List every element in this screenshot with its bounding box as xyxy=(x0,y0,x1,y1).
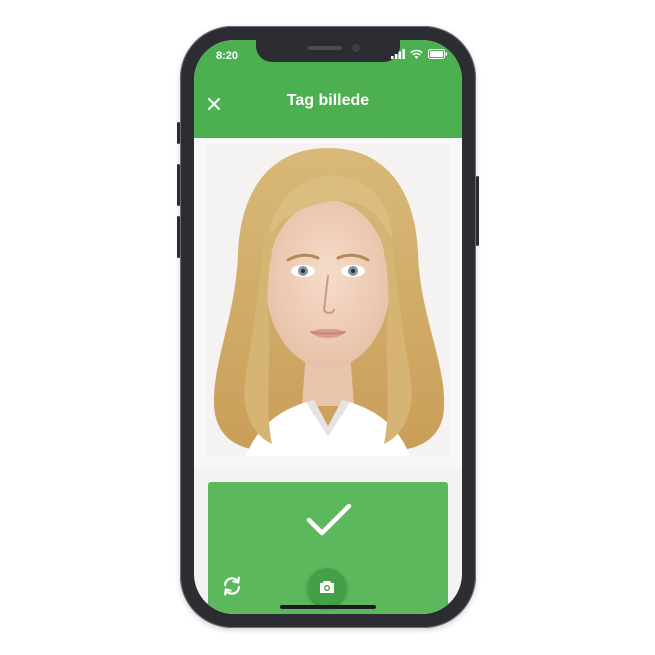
checkmark-icon xyxy=(306,503,352,536)
capture-button[interactable] xyxy=(308,568,346,606)
battery-icon xyxy=(428,49,448,59)
camera-icon xyxy=(320,581,334,593)
notch xyxy=(256,40,400,62)
switch-camera-button[interactable] xyxy=(220,574,244,598)
app-bar: 8:20 Tag billede xyxy=(194,40,462,138)
volume-up-button xyxy=(177,164,180,206)
speaker xyxy=(308,46,342,50)
wifi-icon xyxy=(410,49,423,59)
app-screen: 8:20 Tag billede xyxy=(194,40,462,614)
photo-preview-area xyxy=(194,138,462,468)
page-title: Tag billede xyxy=(286,92,370,109)
silent-switch xyxy=(177,122,180,144)
confirm-button[interactable] xyxy=(304,498,354,542)
volume-down-button xyxy=(177,216,180,258)
front-camera xyxy=(352,44,360,52)
confirm-panel xyxy=(208,482,448,614)
portrait-photo xyxy=(206,144,450,456)
switch-camera-icon xyxy=(223,576,241,596)
signal-icon xyxy=(391,49,405,59)
power-button xyxy=(476,176,479,246)
phone-frame: 8:20 Tag billede xyxy=(177,26,479,628)
home-indicator xyxy=(280,605,376,609)
portrait-illustration xyxy=(213,148,445,456)
status-time: 8:20 xyxy=(216,50,239,62)
status-icons xyxy=(391,49,448,59)
